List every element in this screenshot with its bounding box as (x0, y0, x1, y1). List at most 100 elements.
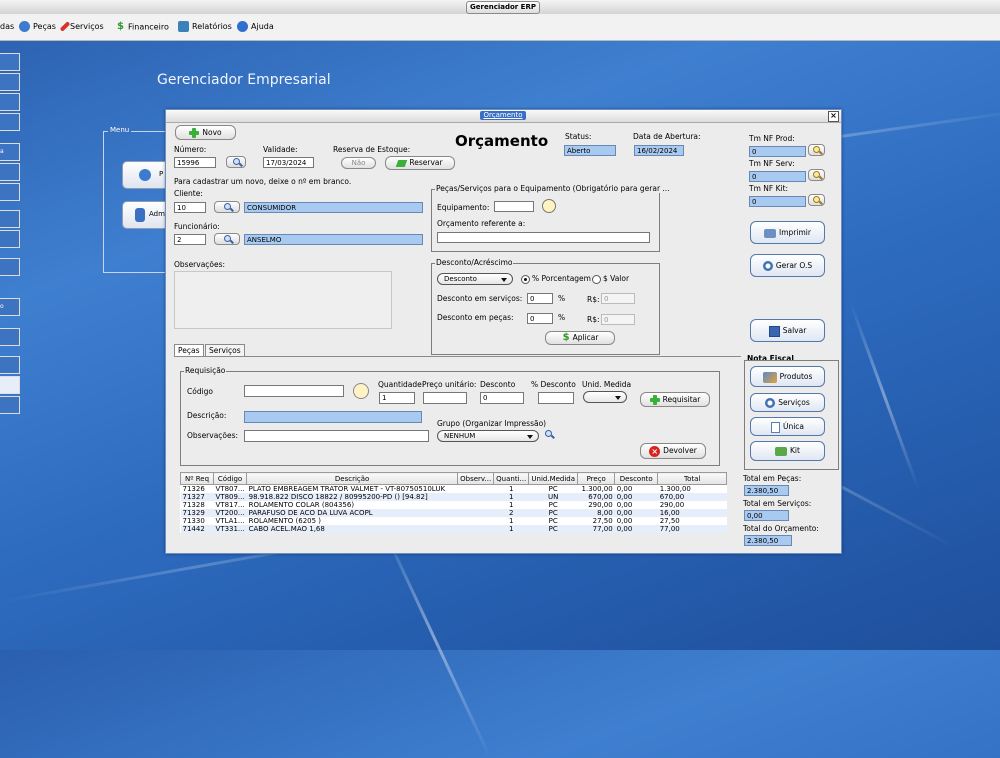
search-tm-nf-prod-button[interactable] (808, 144, 825, 156)
tm-nf-kit-field[interactable]: 0 (749, 196, 806, 207)
funcionario-id-field[interactable]: 2 (174, 234, 206, 245)
left-panel-button[interactable] (0, 113, 20, 131)
column-header[interactable]: Nº Req (180, 472, 214, 485)
close-button[interactable]: × (828, 111, 839, 122)
cliente-id-field[interactable]: 10 (174, 202, 206, 213)
desc-servicos-field[interactable]: 0 (527, 293, 553, 304)
table-row[interactable]: 71327 VT809... 98.918.822 DISCO 18822 / 80… (180, 493, 727, 501)
menu-item-pecas[interactable]: Peças (19, 21, 56, 33)
column-header[interactable]: Observ... (457, 472, 495, 485)
obs-field[interactable] (244, 430, 429, 442)
table-row[interactable]: 71328 VT817... ROLAMENTO COLAR (804356) 1 PC… (181, 501, 727, 509)
gerar-os-button[interactable]: Gerar O.S (750, 254, 825, 277)
search-tm-nf-kit-button[interactable] (808, 194, 825, 206)
table-row[interactable]: 71329 VT200... PARAFUSO DE ACO DA LUVA ACO… (180, 509, 727, 517)
tm-nf-serv-field[interactable]: 0 (749, 171, 806, 182)
left-panel-button[interactable]: a (0, 143, 20, 161)
cell-desconto: 0,00 (614, 509, 658, 517)
aplicar-button[interactable]: $ Aplicar (545, 331, 615, 345)
desc-pecas-rs-field[interactable]: 0 (601, 314, 635, 325)
pct-sign: % (558, 294, 566, 303)
codigo-label: Código (187, 387, 214, 396)
left-panel-button[interactable] (0, 183, 20, 201)
nf-kit-button[interactable]: Kit (750, 441, 825, 461)
reservar-button[interactable]: Reservar (385, 156, 455, 170)
table-row[interactable]: 71442 VT331... CABO ACEL.MAO 1,68 1 PC 77,00 0… (180, 525, 727, 533)
column-header[interactable]: Quanti... (493, 472, 530, 485)
requisicao-group: Requisição Código Quantidade: 1 Preço un… (180, 366, 720, 466)
column-header[interactable]: Unid.Medida (528, 472, 579, 485)
cell-unid: PC (548, 517, 558, 525)
left-panel-button[interactable] (0, 328, 20, 346)
tag-icon (396, 159, 408, 167)
left-panel-button[interactable] (0, 376, 20, 394)
desconto-type-select[interactable]: Desconto (437, 273, 513, 285)
desconto-field[interactable]: 0 (480, 392, 524, 404)
equipamento-field[interactable] (494, 201, 534, 212)
left-panel-button[interactable] (0, 163, 20, 181)
menu-item-financeiro[interactable]: $ Financeiro (117, 21, 169, 33)
search-numero-button[interactable] (226, 156, 246, 168)
chevron-down-icon (527, 435, 533, 439)
valor-radio[interactable]: $ Valor (592, 274, 629, 284)
codigo-field[interactable] (244, 385, 344, 397)
grupo-select[interactable]: NENHUM (437, 430, 539, 442)
column-header[interactable]: Desconto (614, 472, 659, 485)
desc-servicos-rs-field[interactable]: 0 (601, 293, 635, 304)
products-icon (762, 371, 777, 383)
left-panel-button[interactable]: o (0, 298, 20, 316)
search-equipamento-button[interactable] (542, 199, 556, 213)
left-panel-button[interactable] (0, 258, 20, 276)
salvar-button[interactable]: Salvar (750, 319, 825, 342)
nf-produtos-button[interactable]: Produtos (750, 366, 825, 387)
left-panel-button[interactable] (0, 73, 20, 91)
cell-preco: 1.300,00 (581, 485, 613, 493)
desc-pecas-field[interactable]: 0 (527, 313, 553, 324)
search-grupo-button[interactable] (542, 429, 558, 441)
novo-button[interactable]: Novo (175, 125, 236, 140)
cell-observ (457, 509, 494, 517)
left-panel-button[interactable] (0, 396, 20, 414)
preco-unit-field[interactable] (423, 392, 467, 404)
left-panel-button[interactable] (0, 356, 20, 374)
menu-item-documentos[interactable]: das (0, 21, 14, 33)
menu-item-servicos[interactable]: Serviços (59, 21, 104, 33)
cell-codigo: VT809... (213, 493, 247, 501)
equipamento-label: Equipamento: (437, 203, 490, 212)
observacoes-textarea[interactable] (174, 271, 392, 329)
column-header[interactable]: Total (657, 472, 728, 485)
nf-unica-button[interactable]: Única (750, 417, 825, 436)
left-panel-button[interactable] (0, 93, 20, 111)
column-header[interactable]: Descrição (246, 472, 459, 485)
devolver-button[interactable]: × Devolver (640, 443, 706, 459)
search-codigo-button[interactable] (353, 383, 369, 399)
pct-radio[interactable]: % Porcentagem (521, 274, 591, 284)
gear-icon (19, 21, 30, 32)
pct-desconto-field[interactable] (538, 392, 574, 404)
left-panel-button[interactable] (0, 230, 20, 248)
left-panel-button[interactable] (0, 53, 20, 71)
orc-referente-field[interactable] (437, 232, 650, 243)
search-funcionario-button[interactable] (214, 233, 240, 245)
menu-item-ajuda[interactable]: Ajuda (237, 21, 274, 33)
table-row[interactable]: 71326 VT807... PLATO EMBREAGEM TRATOR VALM… (181, 485, 727, 494)
cell-nreq: 71330 (182, 517, 205, 525)
validade-field[interactable]: 17/03/2024 (263, 157, 314, 168)
search-tm-nf-serv-button[interactable] (808, 169, 825, 181)
column-header[interactable]: Preço (577, 472, 616, 485)
menu-item-relatorios[interactable]: Relatórios (178, 21, 232, 33)
nf-servicos-button[interactable]: Serviços (750, 393, 825, 412)
column-header[interactable]: Código (212, 472, 248, 485)
tm-nf-prod-field[interactable]: 0 (749, 146, 806, 157)
left-panel-button[interactable] (0, 210, 20, 228)
search-cliente-button[interactable] (214, 201, 240, 213)
requisitar-button[interactable]: Requisitar (640, 392, 710, 407)
cell-nreq: 71327 (180, 493, 214, 501)
unid-medida-select[interactable] (583, 391, 627, 403)
cell-total: 27,50 (659, 517, 680, 525)
reserva-toggle[interactable]: Não (341, 157, 376, 169)
imprimir-button[interactable]: Imprimir (750, 221, 825, 244)
numero-field[interactable]: 15996 (174, 157, 216, 168)
table-row[interactable]: 71330 VTLA1... ROLAMENTO (6205 ) 1 PC 27,50 0,… (181, 517, 727, 525)
quantidade-field[interactable]: 1 (379, 392, 415, 404)
